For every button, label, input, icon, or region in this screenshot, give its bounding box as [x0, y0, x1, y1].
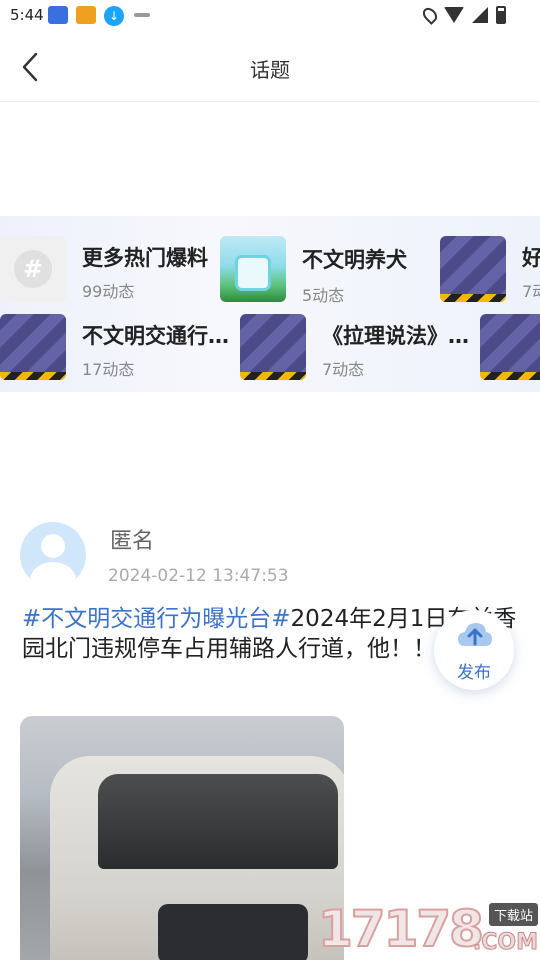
page-title: 话题: [250, 58, 290, 82]
status-bar: 5:44 ↓: [0, 0, 540, 32]
watermark-suffix: .COM: [472, 930, 538, 956]
top-app-bar: 话题: [0, 32, 540, 102]
topic-name: 《拉理说法》…: [322, 324, 469, 348]
topic-count: 7动: [522, 282, 540, 301]
topic-thumbnail: [440, 236, 506, 302]
download-notification-icon: ↓: [104, 6, 124, 26]
topic-thumbnail: [0, 314, 66, 380]
topic-thumbnail: [240, 314, 306, 380]
battery-icon: [496, 6, 506, 24]
topic-item[interactable]: 不文明养犬 5动态: [220, 236, 440, 305]
car-photo: [50, 756, 344, 960]
topic-item[interactable]: 不文明交通行… 17动态: [0, 314, 240, 380]
app-notification-icon: [76, 6, 96, 24]
topic-name: 好: [522, 246, 540, 270]
topic-carousel[interactable]: # 更多热门爆料 99动态 不文明养犬 5动态 好 7动 不文明交通行… 17动…: [0, 216, 540, 392]
topic-item[interactable]: # 更多热门爆料 99动态: [0, 236, 230, 302]
post-topic-link[interactable]: #不文明交通行为曝光台#: [22, 606, 291, 632]
topic-thumbnail: [220, 236, 286, 302]
avatar[interactable]: [20, 522, 86, 588]
topic-item[interactable]: 《拉理说法》… 7动态: [240, 314, 480, 380]
publish-button[interactable]: 发布: [434, 610, 514, 690]
site-watermark: 17178 下载站 .COM: [317, 899, 540, 960]
app-notification-icon: [48, 6, 68, 24]
topic-count: 99动态: [82, 282, 135, 301]
watermark-tag: 下载站: [488, 903, 538, 926]
status-time: 5:44: [10, 6, 44, 24]
topic-count: 7动态: [322, 360, 365, 379]
hashtag-icon: #: [0, 236, 66, 302]
cloud-upload-icon: [458, 623, 492, 646]
topic-count: 17动态: [82, 360, 135, 379]
topic-thumbnail: [480, 314, 540, 380]
status-icons: [420, 5, 506, 25]
topic-item[interactable]: [480, 314, 540, 380]
signal-icon: [472, 7, 488, 23]
topic-item[interactable]: 好 7动: [440, 236, 540, 302]
topic-name: 不文明养犬: [302, 248, 407, 272]
topic-name: 不文明交通行…: [82, 324, 229, 348]
watermark-number: 17178: [317, 899, 485, 959]
app-notification-icon: [134, 13, 150, 17]
wifi-icon: [444, 7, 464, 23]
location-icon: [420, 5, 440, 25]
topic-name: 更多热门爆料: [82, 246, 208, 270]
post-author: 匿名: [110, 529, 155, 554]
publish-label: 发布: [457, 663, 491, 683]
post-timestamp: 2024-02-12 13:47:53: [108, 566, 289, 586]
post-image[interactable]: [20, 716, 344, 960]
screen: 5:44 ↓ 话题 # 更多热门爆料 99动态 不文明养犬 5动态 好 7 不文…: [0, 0, 540, 960]
topic-count: 5动态: [302, 286, 345, 305]
